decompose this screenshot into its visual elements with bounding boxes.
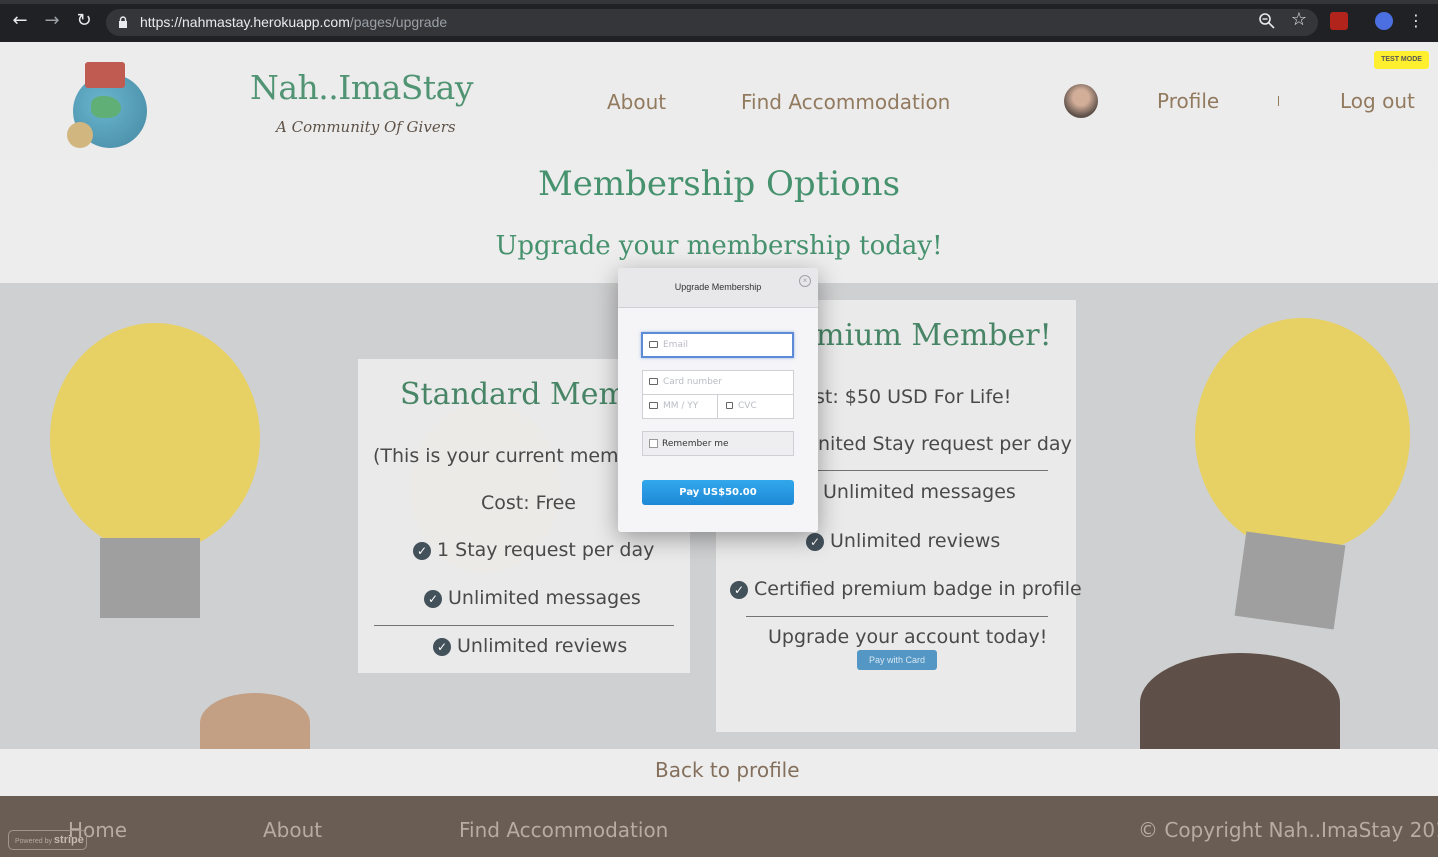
email-field[interactable]: Email bbox=[641, 332, 794, 358]
menu-kebab-icon[interactable]: ⋮ bbox=[1406, 11, 1426, 31]
email-placeholder: Email bbox=[663, 340, 688, 350]
browser-toolbar: ← → ↻ https://nahmastay.herokuapp.com/pa… bbox=[0, 0, 1438, 42]
forward-arrow-icon[interactable]: → bbox=[42, 11, 62, 31]
profile-avatar-icon[interactable] bbox=[1375, 12, 1393, 30]
cvc-placeholder: CVC bbox=[738, 401, 757, 411]
pay-button[interactable]: Pay US$50.00 bbox=[642, 480, 794, 505]
expiry-placeholder: MM / YY bbox=[663, 401, 699, 411]
modal-header: Upgrade Membership × bbox=[618, 268, 818, 308]
address-bar[interactable]: https://nahmastay.herokuapp.com/pages/up… bbox=[106, 9, 1318, 36]
credit-card-icon bbox=[649, 378, 658, 385]
remember-me-checkbox[interactable]: Remember me bbox=[642, 431, 794, 456]
reload-icon[interactable]: ↻ bbox=[74, 11, 94, 31]
bookmark-star-icon[interactable]: ☆ bbox=[1289, 10, 1309, 30]
modal-title: Upgrade Membership bbox=[674, 282, 762, 292]
envelope-icon bbox=[649, 341, 658, 348]
zoom-icon[interactable] bbox=[1258, 12, 1276, 30]
checkbox-icon[interactable] bbox=[649, 439, 658, 448]
tab-strip bbox=[0, 0, 1438, 4]
card-number-placeholder: Card number bbox=[663, 377, 723, 387]
url-text: https://nahmastay.herokuapp.com/pages/up… bbox=[140, 14, 448, 30]
expiry-field[interactable]: MM / YY bbox=[642, 394, 718, 419]
card-number-field[interactable]: Card number bbox=[642, 370, 794, 395]
extension-icon[interactable] bbox=[1330, 12, 1348, 30]
calendar-icon bbox=[649, 402, 658, 409]
cvc-field[interactable]: CVC bbox=[717, 394, 794, 419]
lock-icon bbox=[119, 16, 127, 28]
lock-icon bbox=[726, 402, 733, 409]
close-icon[interactable]: × bbox=[799, 275, 811, 287]
remember-me-label: Remember me bbox=[662, 439, 729, 449]
back-arrow-icon[interactable]: ← bbox=[10, 11, 30, 31]
